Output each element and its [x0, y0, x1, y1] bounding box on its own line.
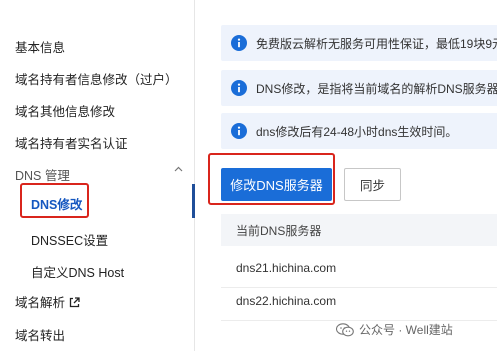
sidebar-item-dnssec[interactable]: DNSSEC设置 [31, 230, 108, 249]
sidebar: 基本信息 域名持有者信息修改（过户） 域名其他信息修改 域名持有者实名认证 DN… [0, 0, 195, 351]
sidebar-item-dns-resolution[interactable]: 域名解析 [15, 292, 80, 311]
highlight-box-button [208, 153, 335, 205]
sidebar-item-real-name[interactable]: 域名持有者实名认证 [15, 133, 128, 152]
table-row: dns22.hichina.com [221, 281, 497, 321]
notice-text: dns修改后有24-48小时dns生效时间。 [256, 124, 458, 139]
sidebar-item-custom-dns-host[interactable]: 自定义DNS Host [31, 262, 124, 281]
sync-button[interactable]: 同步 [344, 168, 401, 201]
highlight-box-sidebar [20, 183, 89, 218]
notice-dns-definition: DNS修改，是指将当前域名的解析DNS服务器 [221, 70, 497, 106]
sidebar-active-indicator [192, 184, 195, 218]
watermark-text: 公众号 · Well建站 [359, 323, 453, 337]
info-icon [231, 123, 247, 139]
info-icon [231, 80, 247, 96]
notice-text: 免费版云解析无服务可用性保证，最低19块9元 [256, 36, 497, 51]
sidebar-item-label: 域名解析 [15, 296, 66, 310]
sidebar-divider [194, 0, 195, 351]
sidebar-item-other-info[interactable]: 域名其他信息修改 [15, 101, 115, 120]
external-link-icon [69, 297, 80, 308]
notice-text: DNS修改，是指将当前域名的解析DNS服务器 [256, 81, 497, 96]
dns-table-header: 当前DNS服务器 [221, 214, 497, 246]
notice-free-plan: 免费版云解析无服务可用性保证，最低19块9元 [221, 25, 497, 61]
sidebar-item-transfer-out[interactable]: 域名转出 [15, 325, 65, 344]
info-icon [231, 35, 247, 51]
sidebar-item-basic-info[interactable]: 基本信息 [15, 37, 65, 56]
watermark: 公众号 · Well建站 [336, 321, 453, 338]
sidebar-group-dns[interactable]: DNS 管理 [15, 165, 70, 184]
sidebar-item-owner-transfer[interactable]: 域名持有者信息修改（过户） [15, 69, 178, 88]
chevron-up-icon[interactable] [174, 165, 183, 174]
notice-propagation-time: dns修改后有24-48小时dns生效时间。 [221, 113, 497, 149]
wechat-icon [336, 322, 354, 336]
